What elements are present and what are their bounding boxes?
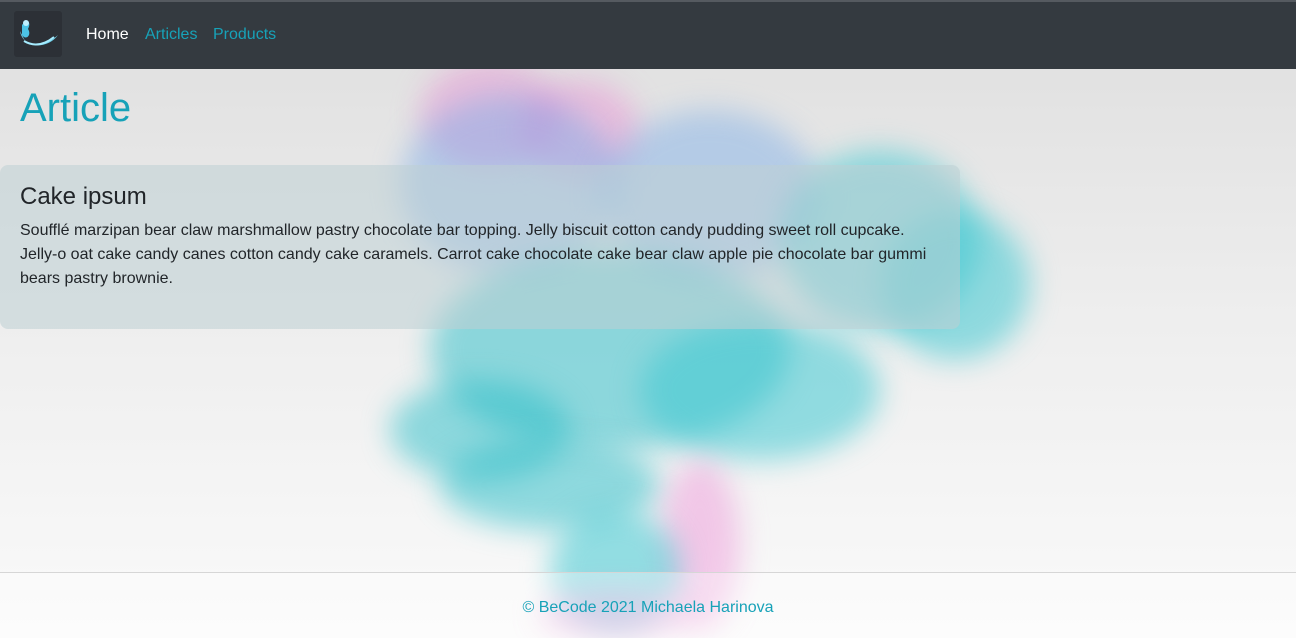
article-heading: Cake ipsum xyxy=(20,183,147,210)
nav-link-home[interactable]: Home xyxy=(86,26,129,44)
page-footer: © BeCode 2021 Michaela Harinova xyxy=(0,572,1296,638)
nav-link-products[interactable]: Products xyxy=(213,26,276,44)
nav-link-articles[interactable]: Articles xyxy=(145,26,197,44)
footer-copyright: © BeCode 2021 Michaela Harinova xyxy=(522,599,774,616)
article-body: Soufflé marzipan bear claw marshmallow p… xyxy=(20,222,927,287)
top-navbar: Home Articles Products xyxy=(0,0,1296,69)
page-title: Article xyxy=(20,86,132,130)
article-card: Cake ipsum Soufflé marzipan bear claw ma… xyxy=(0,165,960,329)
ink-wave-logo-icon[interactable] xyxy=(14,11,62,57)
